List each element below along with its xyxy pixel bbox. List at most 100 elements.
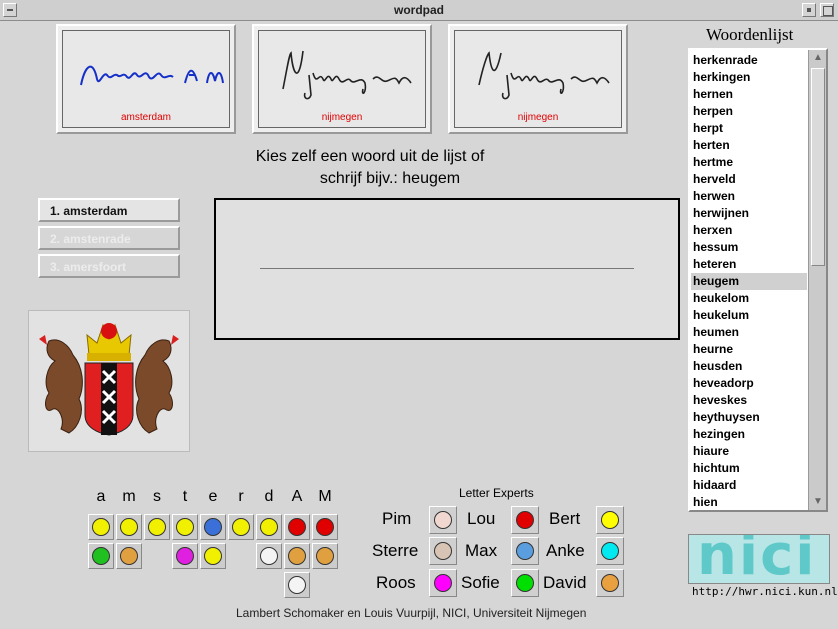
minimize-button[interactable] bbox=[802, 3, 816, 17]
expert-button-david[interactable] bbox=[596, 569, 624, 597]
letter-header: s bbox=[153, 488, 161, 505]
smiley-face-icon bbox=[288, 547, 306, 565]
smiley-face-icon bbox=[176, 518, 194, 536]
expert-button-sterre[interactable] bbox=[429, 537, 457, 565]
letter-face-button[interactable] bbox=[116, 514, 142, 540]
wordlist-item[interactable]: heukelum bbox=[691, 307, 807, 324]
letter-face-button[interactable] bbox=[312, 514, 338, 540]
sample-caption: nijmegen bbox=[517, 112, 559, 123]
wordlist-item[interactable]: heveadorp bbox=[691, 375, 807, 392]
letter-face-button[interactable] bbox=[312, 543, 338, 569]
wordlist-item[interactable]: herpt bbox=[691, 120, 807, 137]
expert-button-lou[interactable] bbox=[511, 506, 539, 534]
wordlist-item[interactable]: hidaard bbox=[691, 477, 807, 494]
letter-face-button[interactable] bbox=[256, 514, 282, 540]
wordlist-item[interactable]: herten bbox=[691, 137, 807, 154]
letter-header: A bbox=[291, 488, 303, 505]
letter-header: t bbox=[182, 488, 188, 505]
expert-name-anke: Anke bbox=[546, 541, 585, 560]
letter-face-button[interactable] bbox=[228, 514, 254, 540]
letter-face-button[interactable] bbox=[116, 543, 142, 569]
letter-face-button[interactable] bbox=[88, 543, 114, 569]
handwriting-amsterdam-icon bbox=[80, 65, 224, 86]
wordlist-item[interactable]: hessum bbox=[691, 239, 807, 256]
window-titlebar: wordpad bbox=[0, 0, 838, 21]
letter-face-button[interactable] bbox=[172, 543, 198, 569]
expert-button-sofie[interactable] bbox=[511, 569, 539, 597]
wordlist-item[interactable]: herpen bbox=[691, 103, 807, 120]
instruction-line-2: schrijf bijv.: heugem bbox=[319, 170, 461, 187]
wordlist-item[interactable]: hichtum bbox=[691, 460, 807, 477]
letter-face-button[interactable] bbox=[284, 514, 310, 540]
sample-caption: nijmegen bbox=[321, 112, 363, 123]
smiley-face-icon bbox=[176, 547, 194, 565]
handwriting-sample-1[interactable]: amsterdam bbox=[56, 24, 236, 134]
handwriting-sample-2[interactable]: nijmegen bbox=[252, 24, 432, 134]
maximize-button[interactable] bbox=[820, 3, 834, 17]
letter-face-button[interactable] bbox=[284, 543, 310, 569]
expert-button-anke[interactable] bbox=[596, 537, 624, 565]
letter-header: r bbox=[238, 488, 244, 505]
wordlist-item[interactable]: hernen bbox=[691, 86, 807, 103]
letter-face-button[interactable] bbox=[200, 514, 226, 540]
wordlist-item[interactable]: hezingen bbox=[691, 426, 807, 443]
wordlist-item[interactable]: heythuysen bbox=[691, 409, 807, 426]
window-title: wordpad bbox=[394, 3, 444, 17]
scroll-thumb[interactable] bbox=[811, 68, 825, 266]
wordlist-item[interactable]: hien bbox=[691, 494, 807, 510]
nici-logo: nici bbox=[688, 534, 830, 584]
smiley-face-icon bbox=[260, 518, 278, 536]
handwriting-sample-3[interactable]: nijmegen bbox=[448, 24, 628, 134]
expert-button-roos[interactable] bbox=[429, 569, 457, 597]
letter-header: a bbox=[96, 488, 106, 505]
wordlist-listbox[interactable]: herkenrade herkingen hernen herpen herpt hert… bbox=[688, 48, 828, 512]
nici-url[interactable]: http://hwr.nici.kun.nl bbox=[692, 585, 838, 598]
wordlist-item[interactable]: heukelom bbox=[691, 290, 807, 307]
letter-face-button[interactable] bbox=[256, 543, 282, 569]
expert-face-icon bbox=[601, 511, 619, 529]
expert-button-pim[interactable] bbox=[429, 506, 457, 534]
expert-name-sofie: Sofie bbox=[461, 573, 500, 592]
wordlist-item[interactable]: hiaure bbox=[691, 443, 807, 460]
expert-name-roos: Roos bbox=[376, 573, 416, 592]
smiley-face-icon bbox=[92, 518, 110, 536]
wordlist-item[interactable]: heumen bbox=[691, 324, 807, 341]
expert-button-bert[interactable] bbox=[596, 506, 624, 534]
expert-face-icon bbox=[516, 574, 534, 592]
scroll-down-arrow-icon[interactable]: ▼ bbox=[811, 495, 825, 509]
expert-name-bert: Bert bbox=[549, 509, 581, 528]
letter-face-button[interactable] bbox=[88, 514, 114, 540]
candidate-3[interactable]: 3. amersfoort bbox=[38, 254, 180, 278]
wordlist-item[interactable]: herwen bbox=[691, 188, 807, 205]
letter-face-button[interactable] bbox=[284, 572, 310, 598]
letter-face-button[interactable] bbox=[200, 543, 226, 569]
wordlist-item[interactable]: heurne bbox=[691, 341, 807, 358]
wordlist-item[interactable]: herkingen bbox=[691, 69, 807, 86]
wordlist-item[interactable]: herxen bbox=[691, 222, 807, 239]
letter-header: M bbox=[318, 488, 332, 505]
sample-frame: nijmegen bbox=[454, 30, 622, 128]
writing-baseline bbox=[260, 268, 634, 269]
scroll-up-arrow-icon[interactable]: ▲ bbox=[811, 51, 825, 65]
wordlist-item[interactable]: heveskes bbox=[691, 392, 807, 409]
wordlist-item[interactable]: heusden bbox=[691, 358, 807, 375]
expert-name-sterre: Sterre bbox=[372, 541, 419, 560]
wordlist-item[interactable]: heteren bbox=[691, 256, 807, 273]
wordlist-item[interactable]: herkenrade bbox=[691, 52, 807, 69]
candidate-1[interactable]: 1. amsterdam bbox=[38, 198, 180, 222]
wordlist-scrollbar[interactable]: ▲ ▼ bbox=[808, 50, 826, 510]
smiley-face-icon bbox=[316, 547, 334, 565]
wordlist-item[interactable]: herwijnen bbox=[691, 205, 807, 222]
handwriting-nijmegen-icon bbox=[478, 51, 610, 100]
letter-face-button[interactable] bbox=[144, 514, 170, 540]
handwriting-nijmegen-icon bbox=[282, 50, 412, 100]
wordlist-item[interactable]: hertme bbox=[691, 154, 807, 171]
handwriting-input-area[interactable] bbox=[214, 198, 680, 340]
letter-header: e bbox=[208, 488, 218, 505]
wordlist-item[interactable]: heugem bbox=[691, 273, 807, 290]
sample-caption: amsterdam bbox=[120, 112, 171, 123]
wordlist-item[interactable]: herveld bbox=[691, 171, 807, 188]
letter-face-button[interactable] bbox=[172, 514, 198, 540]
expert-button-max[interactable] bbox=[511, 537, 539, 565]
candidate-2[interactable]: 2. amstenrade bbox=[38, 226, 180, 250]
